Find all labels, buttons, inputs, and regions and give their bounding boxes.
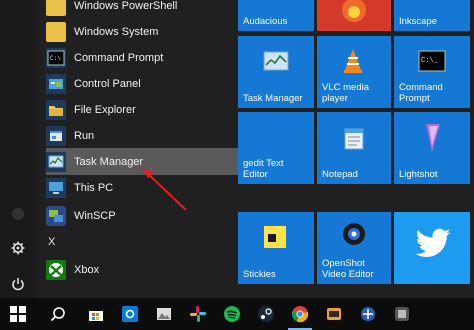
- tile-vlc[interactable]: VLC media player: [317, 36, 391, 108]
- command-prompt-icon: C:\_: [418, 50, 446, 75]
- app-icon-11[interactable]: [384, 298, 420, 330]
- slack-icon[interactable]: [180, 298, 216, 330]
- stickies-icon: [262, 224, 288, 253]
- tile-task-manager[interactable]: Task Manager: [238, 36, 314, 108]
- svg-text:C:\: C:\: [50, 55, 61, 62]
- winscp-icon: [46, 205, 66, 226]
- list-item-label: This PC: [74, 181, 114, 194]
- tile-label: gedit Text Editor: [243, 158, 284, 180]
- twitter-bird-icon: [414, 228, 452, 263]
- list-item-xbox[interactable]: Xbox: [46, 256, 262, 283]
- start-rail: [0, 0, 36, 298]
- list-item-file-explorer[interactable]: File Explorer: [46, 96, 262, 123]
- section-letter-x[interactable]: X: [48, 236, 55, 248]
- list-item-label: Windows System: [74, 25, 159, 38]
- openshot-icon: [341, 220, 367, 251]
- tile-gedit[interactable]: gedit Text Editor: [238, 112, 314, 184]
- tile-command-prompt[interactable]: C:\_ Command Prompt: [394, 36, 470, 108]
- spotify-icon[interactable]: [214, 298, 250, 330]
- search-icon[interactable]: [40, 298, 76, 330]
- folder-icon: [46, 21, 66, 42]
- tile-openshot[interactable]: OpenShot Video Editor: [317, 212, 391, 284]
- tile-label: Notepad: [322, 169, 358, 180]
- list-item-run[interactable]: Run: [46, 122, 262, 149]
- folder-icon: [46, 0, 66, 16]
- xbox-icon: [46, 259, 66, 280]
- list-item-label: File Explorer: [74, 103, 136, 116]
- list-item-command-prompt[interactable]: C:\ Command Prompt: [46, 44, 262, 71]
- app-list: Windows PowerShell Windows System C:\ Co…: [36, 0, 262, 298]
- annotation-arrow: [142, 168, 187, 211]
- photo-icon[interactable]: [146, 298, 182, 330]
- lightshot-icon: [420, 122, 446, 157]
- vlc-icon: [341, 48, 365, 77]
- tile-label: Command Prompt: [399, 82, 443, 104]
- taskbar: [0, 298, 474, 330]
- tile-label: Inkscape: [399, 16, 438, 27]
- tile-label: Audacious: [243, 16, 288, 27]
- tile-stickies[interactable]: Stickies: [238, 212, 314, 284]
- steam-icon[interactable]: [248, 298, 284, 330]
- list-item-label: Run: [74, 129, 95, 142]
- start-menu: Windows PowerShell Windows System C:\ Co…: [0, 0, 474, 298]
- chrome-icon[interactable]: [282, 298, 318, 330]
- power-icon[interactable]: [0, 270, 36, 298]
- tile-twitter[interactable]: [394, 212, 470, 284]
- list-item-windows-system[interactable]: Windows System: [46, 18, 262, 45]
- this-pc-icon: [46, 177, 66, 198]
- file-explorer-icon: [46, 99, 66, 120]
- task-manager-icon: [262, 50, 290, 77]
- tile-label: Task Manager: [243, 93, 303, 104]
- list-item-label: Xbox: [74, 263, 100, 276]
- control-panel-icon: [46, 73, 66, 94]
- list-item-label: Control Panel: [74, 77, 141, 90]
- list-item-label: WinSCP: [74, 209, 116, 222]
- list-item-label: Task Manager: [74, 155, 144, 168]
- tile-notepad[interactable]: Notepad: [317, 112, 391, 184]
- tile-audacious[interactable]: Audacious: [238, 0, 314, 31]
- windows-logo-icon[interactable]: [0, 298, 36, 330]
- command-prompt-icon: C:\: [46, 47, 66, 68]
- tile-game[interactable]: [317, 0, 391, 31]
- game-icon: [339, 0, 369, 31]
- svg-text:C:\_: C:\_: [421, 57, 439, 65]
- run-icon: [46, 125, 66, 146]
- task-manager-icon: [46, 151, 66, 172]
- user-avatar-icon[interactable]: [0, 200, 36, 228]
- notepad-icon: [341, 126, 367, 155]
- tile-label: VLC media player: [322, 82, 369, 104]
- tile-inkscape[interactable]: Inkscape: [394, 0, 470, 31]
- app-icon-10[interactable]: [350, 298, 386, 330]
- list-item-label: Windows PowerShell: [74, 0, 178, 12]
- tile-lightshot[interactable]: Lightshot: [394, 112, 470, 184]
- store-icon[interactable]: [78, 298, 114, 330]
- list-item-control-panel[interactable]: Control Panel: [46, 70, 262, 97]
- app-icon-9[interactable]: [316, 298, 352, 330]
- outlook-icon[interactable]: [112, 298, 148, 330]
- list-item-windows-powershell[interactable]: Windows PowerShell: [46, 0, 262, 19]
- tile-label: Stickies: [243, 269, 276, 280]
- list-item-label: Command Prompt: [74, 51, 164, 64]
- tile-label: Lightshot: [399, 169, 438, 180]
- tile-label: OpenShot Video Editor: [322, 258, 374, 280]
- settings-icon[interactable]: [0, 234, 36, 262]
